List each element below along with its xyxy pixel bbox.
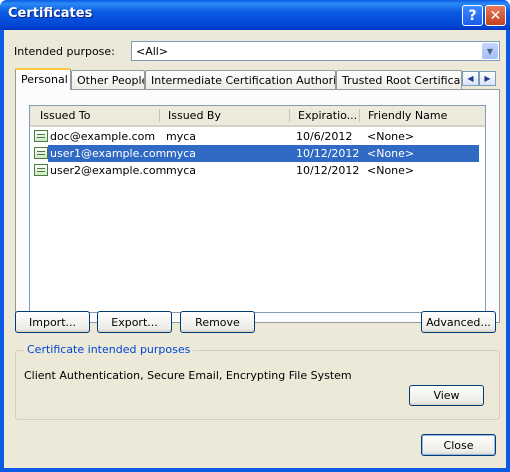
help-icon: ? bbox=[468, 7, 477, 24]
certificates-dialog: Certificates ? ✕ Intended purpose: <All>… bbox=[0, 0, 510, 472]
certificate-list[interactable]: Issued To Issued By Expiratio... Friendl… bbox=[29, 105, 486, 313]
tab-intermediate-ca[interactable]: Intermediate Certification Authorities bbox=[145, 70, 336, 89]
cell-issued-by: myca bbox=[166, 130, 197, 143]
cell-expiration: 10/12/2012 bbox=[296, 164, 360, 177]
tab-other-people[interactable]: Other People bbox=[71, 70, 145, 89]
chevron-right-icon[interactable]: ▶ bbox=[479, 71, 496, 86]
certificate-icon bbox=[34, 164, 48, 176]
intended-purpose-select[interactable]: <All> ▼ bbox=[131, 41, 500, 61]
column-issued-by[interactable]: Issued By bbox=[168, 109, 221, 122]
table-row-selected[interactable]: user1@example.com myca 10/12/2012 <None> bbox=[30, 145, 485, 162]
cell-issued-by: myca bbox=[166, 164, 197, 177]
tab-label: Intermediate Certification Authorities bbox=[151, 74, 336, 87]
dialog-body: Intended purpose: <All> ▼ Personal Other… bbox=[4, 30, 506, 468]
tab-label: Trusted Root Certification Authorities bbox=[342, 74, 461, 87]
chevron-left-icon[interactable]: ◀ bbox=[462, 71, 479, 86]
cell-issued-by: myca bbox=[166, 147, 197, 160]
cell-friendly-name: <None> bbox=[367, 164, 415, 177]
remove-button[interactable]: Remove bbox=[180, 311, 255, 333]
personal-tab-panel: Issued To Issued By Expiratio... Friendl… bbox=[15, 89, 500, 323]
cell-expiration: 10/6/2012 bbox=[296, 130, 353, 143]
cell-expiration: 10/12/2012 bbox=[296, 147, 360, 160]
chevron-down-icon[interactable]: ▼ bbox=[482, 43, 498, 59]
tab-scroll-buttons: ◀ ▶ bbox=[462, 71, 496, 86]
close-button[interactable]: Close bbox=[421, 434, 496, 456]
table-row[interactable]: user2@example.com myca 10/12/2012 <None> bbox=[30, 162, 485, 179]
column-divider[interactable] bbox=[289, 109, 290, 122]
title-bar[interactable]: Certificates ? ✕ bbox=[0, 0, 510, 30]
import-button[interactable]: Import... bbox=[15, 311, 90, 333]
column-divider[interactable] bbox=[359, 109, 360, 122]
close-window-button[interactable]: ✕ bbox=[485, 5, 506, 26]
certificate-purposes-group: Certificate intended purposes Client Aut… bbox=[15, 343, 500, 420]
certificate-icon bbox=[34, 147, 48, 159]
column-expiration[interactable]: Expiratio... bbox=[298, 109, 357, 122]
table-row[interactable]: doc@example.com myca 10/6/2012 <None> bbox=[30, 128, 485, 145]
help-button[interactable]: ? bbox=[462, 5, 483, 26]
cell-friendly-name: <None> bbox=[367, 147, 415, 160]
certificate-icon bbox=[34, 130, 48, 142]
column-issued-to[interactable]: Issued To bbox=[40, 109, 91, 122]
view-button[interactable]: View bbox=[409, 385, 484, 406]
tab-label: Other People bbox=[77, 74, 145, 87]
tab-trusted-root-ca[interactable]: Trusted Root Certification Authorities bbox=[336, 70, 462, 89]
tab-label: Personal bbox=[21, 73, 68, 86]
cell-issued-to: user2@example.com bbox=[50, 164, 167, 177]
column-friendly-name[interactable]: Friendly Name bbox=[368, 109, 447, 122]
cell-friendly-name: <None> bbox=[367, 130, 415, 143]
close-icon: ✕ bbox=[489, 7, 502, 24]
cell-issued-to: doc@example.com bbox=[50, 130, 156, 143]
export-button[interactable]: Export... bbox=[97, 311, 172, 333]
cell-issued-to: user1@example.com bbox=[50, 147, 167, 160]
purposes-text: Client Authentication, Secure Email, Enc… bbox=[24, 369, 352, 382]
advanced-button[interactable]: Advanced... bbox=[421, 311, 496, 333]
tab-personal[interactable]: Personal bbox=[15, 68, 71, 90]
group-title: Certificate intended purposes bbox=[24, 343, 194, 356]
window-title: Certificates bbox=[8, 6, 93, 21]
intended-purpose-label: Intended purpose: bbox=[14, 45, 115, 58]
list-header: Issued To Issued By Expiratio... Friendl… bbox=[30, 106, 485, 127]
intended-purpose-value: <All> bbox=[136, 45, 169, 58]
tab-strip: Personal Other People Intermediate Certi… bbox=[15, 68, 496, 90]
column-divider[interactable] bbox=[159, 109, 160, 122]
